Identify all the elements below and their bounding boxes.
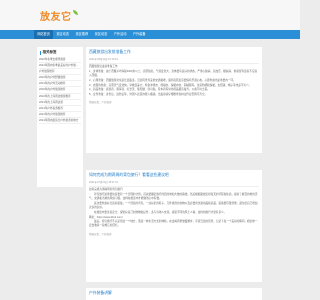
article-date: 2021年07月21日 15:07:12 xyxy=(89,181,119,184)
article-excerpt: 西藏旅游出发前准备工作 1、身体准备：由于西藏平均海拔4000米以上，高原缺氧，… xyxy=(86,63,262,99)
nav-item-outdoor-gear[interactable]: 户外装备 xyxy=(130,30,149,39)
sidebar-title: 相关标签 xyxy=(42,50,57,54)
site-logo[interactable]: 放友它 xyxy=(40,8,78,23)
excerpt-paragraph: 在旅途中要注意安全，保管好自己的财物和证件，多与当地人交流，感受不同的风土人情，… xyxy=(94,210,227,214)
article-date: 2021年05月11日 10:15:19 xyxy=(89,58,118,61)
article-card: 西藏旅游出发前准备工作 2021年05月11日 10:15:19 西藏旅游出发前… xyxy=(86,47,262,153)
excerpt-paragraph: 5、证件准备：身份证、边防证等，外国人还需办理入藏函，出发前请仔细检查各种证件是… xyxy=(89,93,208,97)
article-excerpt: 如何完成为期两周的背包旅行 背包旅行最重要的是要有一个合理的计划，首先要确定旅行… xyxy=(86,186,262,230)
sidebar-heading: 相关标签 xyxy=(37,47,83,57)
excerpt-paragraph: 最后，背包旅行不只是到达一个地方，而是一种生活方式的体验，在这两周里放慢脚步，享… xyxy=(89,220,258,228)
excerpt-paragraph: 背包旅行最重要的是要有一个合理的计划，首先要确定旅行的目的地和大致的路线，然后根… xyxy=(89,193,258,201)
nav-item-outdoor-activities[interactable]: 户外活动 xyxy=(111,30,130,39)
nav-item-scenic-recommend[interactable]: 景区推荐 xyxy=(72,30,91,39)
nav-item-home[interactable]: 网站首页 xyxy=(34,30,54,39)
header: 放友它 xyxy=(0,0,300,30)
tag-link[interactable]: 2021年国内最适合户外旅游的地方 xyxy=(39,118,81,125)
leaf-icon xyxy=(72,9,78,15)
nav-item-scenic-news-2[interactable]: 景区动态 xyxy=(91,30,110,39)
excerpt-paragraph: 2、心理准备：西藏旅游常常是长途跋涉，沿途风景秀美但交通艰难，遇到高原反应要保持… xyxy=(89,78,236,82)
article-category[interactable]: 所属分类：户外旅游 xyxy=(86,231,262,238)
nav-item-scenic-news[interactable]: 景区动态 xyxy=(53,30,72,39)
sidebar: 相关标签 2022年冬季去哪里旅游 2021年国内冬季最美好的户外旅游推荐 户外… xyxy=(37,47,83,187)
article-title[interactable]: 如何完成为期两周的背包旅行？看看这些建议吧 xyxy=(86,170,262,179)
excerpt-paragraph: 1、身体准备：由于西藏平均海拔4000米以上，高原缺氧，气候变化大，身体要有良好… xyxy=(89,70,258,78)
article-title[interactable]: 西藏旅游出发前准备工作 xyxy=(86,47,262,56)
article-category[interactable]: 所属分类：户外旅游 xyxy=(86,99,262,106)
main-nav: 网站首页 景区动态 景区推荐 景区动态 户外活动 户外装备 xyxy=(0,30,300,39)
excerpt-paragraph: 4、药品准备：感冒药、肠胃药、红景天、葡萄糖、创可贴、晕车药等常用药品都应备齐，… xyxy=(89,88,210,92)
logo-text: 放友它 xyxy=(40,11,72,23)
article-card: 户外装备讲解 xyxy=(86,288,262,300)
article-card: 如何完成为期两周的背包旅行？看看这些建议吧 2021年07月21日 15:07:… xyxy=(86,170,262,282)
tag-list: 2022年冬季去哪里旅游 2021年国内冬季最美好的户外旅游推荐 户外旅游推荐 … xyxy=(37,57,83,125)
excerpt-paragraph: 西藏旅游出发前准备工作 xyxy=(89,65,118,69)
excerpt-paragraph: 其次要准备好合适的装备，一个舒适的背包、一双好走的鞋子、几件换洗的衣物以及必要的… xyxy=(89,201,258,210)
article-title[interactable]: 户外装备讲解 xyxy=(86,288,262,297)
excerpt-paragraph: 如何完成为期两周的背包旅行 xyxy=(89,188,123,192)
heading-bar-icon xyxy=(40,50,41,55)
